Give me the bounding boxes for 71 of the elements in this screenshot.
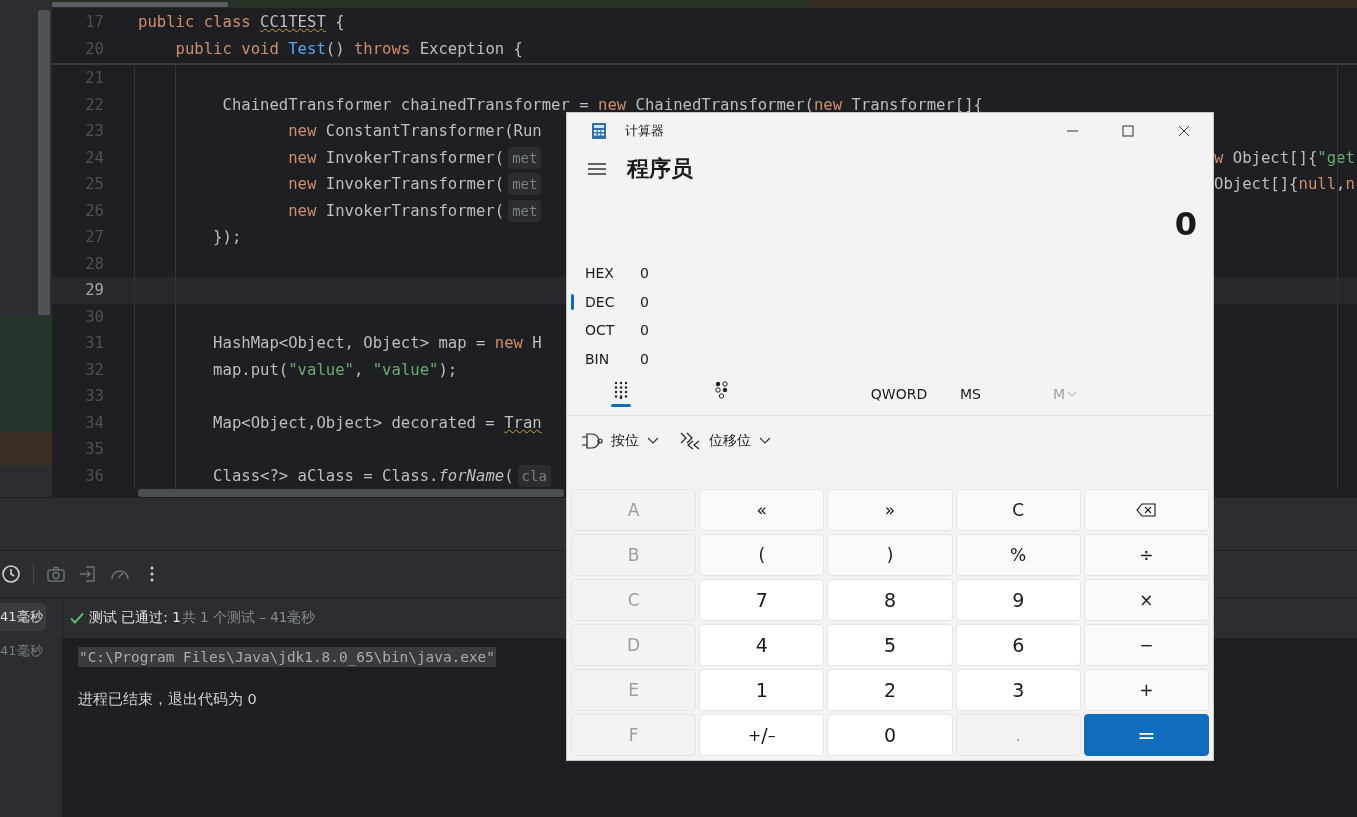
calculator-key[interactable]: 3 (955, 669, 1081, 711)
calculator-key[interactable]: ) (827, 534, 953, 576)
radix-label[interactable]: DEC (585, 293, 640, 310)
result-summary: 共 1 个测试 – 41毫秒 (181, 609, 316, 627)
bit-shift-dropdown[interactable]: 位移位 (673, 424, 777, 458)
keypad-icon[interactable] (614, 381, 628, 399)
calculator-key[interactable]: 6 (955, 624, 1081, 666)
parameter-hint: met (508, 146, 542, 169)
calculator-key[interactable]: 1 (699, 669, 825, 711)
radix-label[interactable]: OCT (585, 322, 640, 339)
code-text: new InvokerTransformer( (287, 175, 505, 194)
code-text: Object[]{null,n (1214, 175, 1355, 194)
backspace-key[interactable] (1083, 489, 1209, 531)
code-text: HashMap<Object, Object> map = new H (212, 334, 542, 353)
code-text: Map<Object,Object> decorated = Tran (212, 413, 542, 432)
radix-value: 0 (640, 265, 649, 282)
calculator-key[interactable]: « (699, 489, 825, 531)
clock-icon[interactable] (1, 564, 21, 584)
code-text: new InvokerTransformer( (287, 201, 505, 220)
window-title: 计算器 (625, 122, 664, 140)
parameter-hint: met (508, 199, 542, 222)
menu-icon[interactable] (587, 161, 607, 177)
code-text: }); (212, 228, 242, 247)
calculator-key[interactable]: = (1083, 714, 1209, 756)
bit-toggle-icon[interactable] (715, 381, 729, 399)
memory-store-button[interactable]: MS (954, 378, 987, 410)
calculator-key[interactable]: 5 (827, 624, 953, 666)
code-text: Class<?> aClass = Class.forName( (212, 466, 514, 485)
chevron-down-icon (647, 437, 659, 445)
calculator-key[interactable]: × (1083, 579, 1209, 621)
console-text: 进程已结束，退出代码为 0 (78, 689, 257, 709)
word-size-button[interactable]: QWORD (844, 378, 954, 410)
code-text: w Object[]{"get (1214, 148, 1355, 167)
radix-value: 0 (640, 322, 649, 339)
history-item[interactable]: 41毫秒 (0, 603, 46, 631)
calculator-key[interactable]: ÷ (1083, 534, 1209, 576)
bitwise-dropdown[interactable]: 按位 (575, 424, 665, 458)
calculator-key[interactable]: 7 (699, 579, 825, 621)
calculator-key[interactable]: 0 (827, 714, 953, 756)
logic-gate-icon (581, 432, 603, 450)
chevron-down-icon (759, 437, 771, 445)
display-value: 0 (1174, 205, 1197, 243)
line-number: 29 (84, 281, 105, 300)
code-text: ChainedTransformer chainedTransformer = new ChainedTransformer(new Transformer[]{ (221, 95, 983, 114)
calculator-key[interactable]: + (1083, 669, 1209, 711)
calculator-key[interactable]: C (955, 489, 1081, 531)
code-text: new InvokerTransformer( (287, 148, 505, 167)
radix-label[interactable]: HEX (585, 265, 640, 282)
calculator-key[interactable]: − (1083, 624, 1209, 666)
radix-value: 0 (640, 293, 649, 310)
calculator-key[interactable]: 4 (699, 624, 825, 666)
code-text: public class CC1TEST { (138, 12, 345, 31)
parameter-hint: cla (517, 464, 551, 487)
radix-value: 0 (640, 350, 649, 367)
code-text: new ConstantTransformer(Run (287, 122, 542, 141)
code-text: map.put("value", "value"); (212, 360, 458, 379)
shift-icon (679, 431, 701, 451)
parameter-hint: met (508, 173, 542, 196)
result-label: 测试 已通过: 1 (89, 609, 181, 627)
backspace-icon (1136, 503, 1157, 517)
code-text: public void Test() throws Exception { (174, 40, 523, 59)
calculator-key[interactable]: 8 (827, 579, 953, 621)
radix-label[interactable]: BIN (585, 350, 640, 367)
chevron-down-icon (1067, 391, 1078, 397)
calculator-key[interactable]: % (955, 534, 1081, 576)
calculator-key[interactable]: 2 (827, 669, 953, 711)
calculator-icon (591, 122, 607, 140)
calculator-key[interactable]: 9 (955, 579, 1081, 621)
calculator-key[interactable]: » (827, 489, 953, 531)
calculator-key[interactable]: ( (699, 534, 825, 576)
mode-title: 程序员 (627, 155, 693, 183)
